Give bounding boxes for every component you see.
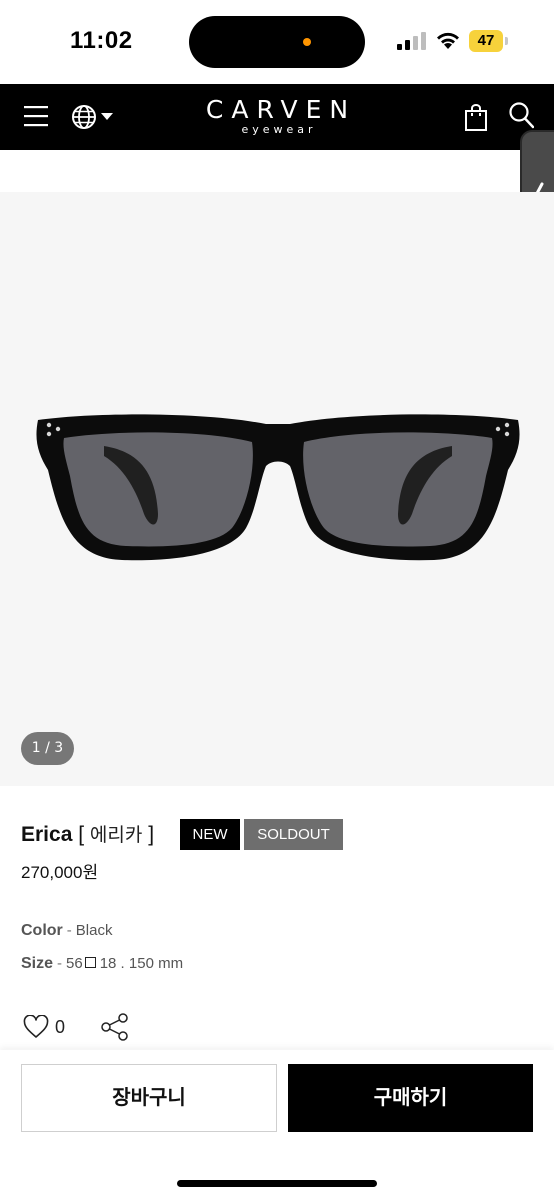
product-korean-name: 에리카 — [89, 825, 143, 846]
logo-wordmark: CARVEN — [205, 95, 357, 124]
dynamic-island — [189, 16, 365, 68]
color-value: Black — [75, 922, 113, 939]
buy-now-button[interactable]: 구매하기 — [288, 1064, 533, 1132]
new-badge: NEW — [180, 819, 240, 850]
recording-indicator — [303, 38, 311, 46]
bracket-open: [ — [78, 823, 85, 846]
battery-cap — [505, 37, 508, 45]
chevron-down-icon[interactable] — [101, 113, 113, 121]
color-spec: Color - Black — [21, 922, 112, 940]
battery-indicator: 47 — [469, 30, 509, 52]
menu-icon[interactable] — [24, 105, 48, 127]
add-to-cart-button[interactable]: 장바구니 — [21, 1064, 277, 1132]
product-image-gallery[interactable]: 1 / 3 — [0, 192, 554, 786]
like-count: 0 — [55, 1017, 66, 1037]
signal-icon — [397, 32, 426, 50]
size-spec: Size -56 18 . 150 mm — [21, 955, 183, 973]
status-time: 11:02 — [70, 27, 133, 54]
brand-logo[interactable]: CARVEN eyewear — [186, 95, 368, 138]
image-page-indicator: 1 / 3 — [21, 732, 74, 765]
globe-icon[interactable] — [71, 104, 97, 130]
share-icon[interactable] — [100, 1012, 130, 1042]
home-indicator[interactable] — [177, 1180, 377, 1187]
bottom-action-bar: 장바구니 구매하기 — [0, 1050, 554, 1200]
search-icon[interactable] — [508, 101, 534, 129]
like-button[interactable]: 0 — [23, 1013, 73, 1043]
battery-level: 47 — [477, 32, 495, 49]
product-image-sunglasses — [36, 414, 520, 561]
size-label: Size — [21, 955, 54, 972]
size-bridge-temple: 18 . 150 mm — [99, 955, 184, 972]
heart-icon — [23, 1015, 49, 1038]
wifi-icon — [437, 32, 459, 49]
size-lens-width: 56 — [66, 955, 83, 972]
site-header: CARVEN eyewear — [0, 84, 554, 150]
logo-subtitle: eyewear — [241, 123, 317, 136]
soldout-badge: SOLDOUT — [244, 819, 343, 850]
color-separator: - — [66, 922, 72, 939]
status-bar: 11:02 47 — [0, 0, 554, 84]
product-price: 270,000원 — [21, 863, 99, 882]
color-label: Color — [21, 922, 63, 939]
product-title: Erica [ 에리카 ] — [21, 820, 154, 847]
shopping-bag-icon[interactable] — [464, 104, 488, 132]
square-icon — [84, 957, 96, 968]
product-name: Erica — [21, 823, 73, 846]
bracket-close: ] — [148, 823, 155, 846]
size-separator: - — [57, 955, 63, 972]
